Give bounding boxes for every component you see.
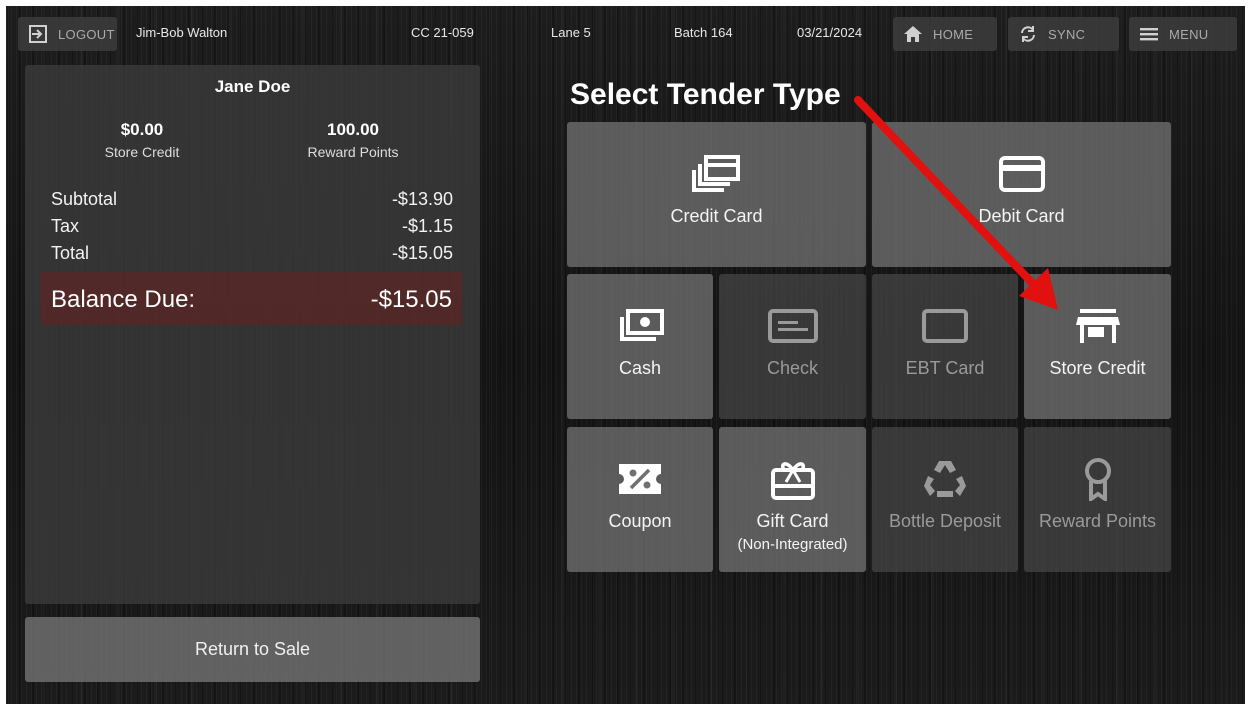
store-credit-label: Store Credit — [104, 144, 180, 160]
store-credit-value: $0.00 — [120, 120, 164, 139]
home-icon — [903, 24, 923, 44]
menu-label: MENU — [1169, 26, 1209, 42]
total-label: Total — [51, 243, 90, 263]
cashier-name: Jim-Bob Walton — [136, 25, 228, 40]
check-label: Check — [766, 358, 819, 378]
reward-points-value: 100.00 — [327, 120, 379, 139]
debit-card-label: Debit Card — [978, 206, 1065, 226]
coupon-percent-icon — [617, 459, 663, 499]
cash-icon — [616, 306, 664, 346]
lane-number: Lane 5 — [551, 25, 591, 40]
home-button[interactable]: HOME — [893, 17, 997, 51]
reward-points-tender-button[interactable]: Reward Points — [1024, 427, 1171, 572]
top-bar: LOGOUT Jim-Bob Walton CC 21-059 Lane 5 B… — [6, 6, 1245, 60]
balance-due-value: -$15.05 — [370, 286, 452, 313]
subtotal-label: Subtotal — [51, 189, 118, 209]
ebt-card-label: EBT Card — [905, 358, 985, 378]
store-credit-label: Store Credit — [1049, 358, 1146, 378]
check-icon — [767, 306, 818, 346]
award-ribbon-icon — [1080, 458, 1116, 501]
reward-points-tender-label: Reward Points — [1038, 511, 1157, 531]
hamburger-menu-icon — [1139, 24, 1159, 44]
bottle-deposit-label: Bottle Deposit — [888, 511, 1002, 531]
gift-card-icon — [770, 459, 816, 500]
tender-title: Select Tender Type — [570, 78, 841, 111]
balance-due-label: Balance Due: — [51, 286, 196, 313]
balance-due-bar: Balance Due: -$15.05 — [41, 272, 462, 325]
return-to-sale-button[interactable]: Return to Sale — [25, 617, 480, 682]
logout-button[interactable]: LOGOUT — [18, 17, 117, 51]
coupon-tender-button[interactable]: Coupon — [567, 427, 713, 572]
home-label: HOME — [933, 26, 974, 42]
subtotal-row: Subtotal -$13.90 — [51, 189, 453, 210]
subtotal-value: -$13.90 — [391, 189, 453, 209]
logout-icon — [28, 24, 48, 44]
cash-tender-button[interactable]: Cash — [567, 274, 713, 419]
pos-screen: LOGOUT Jim-Bob Walton CC 21-059 Lane 5 B… — [6, 6, 1245, 704]
tax-label: Tax — [51, 216, 80, 236]
ebt-card-icon — [922, 306, 968, 346]
storefront-icon — [1075, 306, 1120, 346]
batch-number: Batch 164 — [674, 25, 733, 40]
register-id: CC 21-059 — [411, 25, 474, 40]
tax-row: Tax -$1.15 — [51, 216, 453, 237]
store-credit-tender-button[interactable]: Store Credit — [1024, 274, 1171, 419]
ebt-card-tender-button[interactable]: EBT Card — [872, 274, 1018, 419]
store-credit-stat: $0.00 Store Credit — [52, 120, 232, 160]
sync-label: SYNC — [1048, 26, 1086, 42]
gift-card-label: Gift Card — [756, 511, 829, 531]
reward-points-label: Reward Points — [307, 144, 399, 160]
debit-card-tender-button[interactable]: Debit Card — [872, 122, 1171, 267]
current-date: 03/21/2024 — [797, 25, 863, 40]
sync-icon — [1018, 24, 1038, 44]
gift-card-tender-button[interactable]: Gift Card (Non-Integrated) — [719, 427, 866, 572]
coupon-label: Coupon — [608, 511, 672, 531]
total-row: Total -$15.05 — [51, 243, 453, 264]
debit-card-icon — [998, 154, 1045, 194]
recycle-icon — [922, 459, 968, 499]
bottle-deposit-tender-button[interactable]: Bottle Deposit — [872, 427, 1018, 572]
menu-button[interactable]: MENU — [1129, 17, 1237, 51]
cash-label: Cash — [618, 358, 662, 378]
customer-name: Jane Doe — [214, 77, 291, 96]
credit-card-stack-icon — [691, 154, 742, 194]
logout-label: LOGOUT — [58, 26, 115, 42]
tax-value: -$1.15 — [401, 216, 453, 236]
sync-button[interactable]: SYNC — [1008, 17, 1119, 51]
credit-card-tender-button[interactable]: Credit Card — [567, 122, 866, 267]
customer-summary-panel: Jane Doe $0.00 Store Credit 100.00 Rewar… — [25, 65, 480, 604]
check-tender-button[interactable]: Check — [719, 274, 866, 419]
gift-card-sublabel: (Non-Integrated) — [737, 536, 848, 553]
total-value: -$15.05 — [391, 243, 453, 263]
credit-card-label: Credit Card — [670, 206, 763, 226]
reward-points-stat: 100.00 Reward Points — [263, 120, 443, 160]
